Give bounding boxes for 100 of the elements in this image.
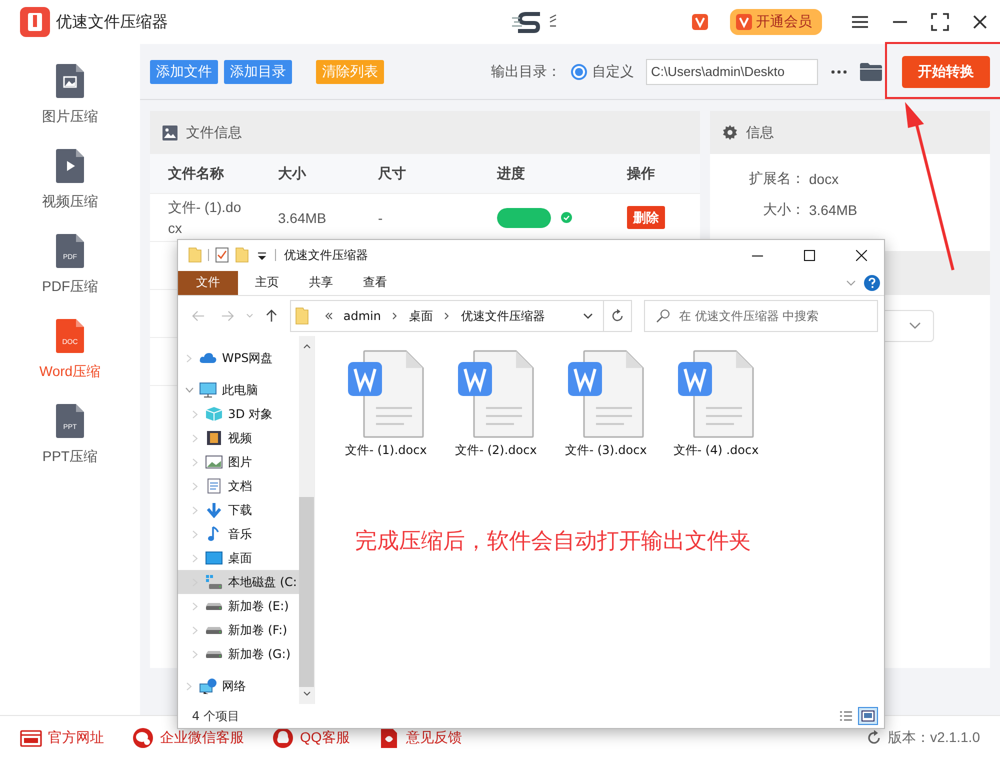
sidebar-item[interactable]: PPT压缩 bbox=[42, 448, 98, 466]
image-file-icon bbox=[56, 64, 84, 98]
radio-option[interactable]: 自定义 bbox=[571, 62, 634, 80]
chevron-right-icon bbox=[192, 554, 199, 562]
footer-link[interactable]: 企业微信客服 bbox=[132, 727, 244, 749]
cube-icon bbox=[205, 406, 223, 422]
tree-item[interactable]: 下载 bbox=[178, 498, 299, 522]
table-cell-text: - bbox=[378, 210, 384, 226]
column-header: 进度 bbox=[497, 164, 526, 182]
ribbon-tab[interactable]: 文件 bbox=[178, 270, 238, 294]
chevron-right-icon bbox=[192, 482, 199, 490]
download-icon bbox=[205, 502, 223, 518]
footer-link[interactable]: 官方网址 bbox=[20, 727, 104, 749]
up-icon[interactable] bbox=[265, 309, 278, 323]
file-name[interactable]: 文件- (4) .docx bbox=[673, 442, 759, 459]
film-icon bbox=[205, 430, 223, 446]
drive-icon bbox=[205, 650, 223, 658]
chevron-right-icon bbox=[192, 650, 199, 658]
fullscreen-icon[interactable] bbox=[931, 13, 949, 31]
chat-icon bbox=[132, 727, 154, 749]
folder-icon[interactable] bbox=[860, 62, 882, 80]
document-icon bbox=[205, 478, 223, 494]
cloud-icon bbox=[199, 350, 217, 366]
picture-icon bbox=[205, 454, 223, 470]
menu-icon[interactable] bbox=[851, 13, 869, 31]
tree-item[interactable]: 此电脑 bbox=[178, 378, 299, 402]
field-label: 大小： bbox=[762, 200, 805, 218]
website-icon bbox=[20, 727, 42, 749]
breadcrumb[interactable]: admin bbox=[343, 309, 381, 323]
chevron-right-icon bbox=[442, 312, 451, 320]
output-label: 输出目录： bbox=[491, 62, 561, 80]
column-header: 大小 bbox=[278, 164, 308, 182]
chevron-right-icon bbox=[186, 354, 193, 362]
chevron-right-icon bbox=[186, 682, 193, 690]
help-icon[interactable] bbox=[864, 274, 880, 290]
ribbon-tab[interactable]: 主页 bbox=[242, 270, 292, 294]
sidebar-item[interactable]: PDF压缩 bbox=[42, 278, 98, 296]
refresh-icon[interactable] bbox=[866, 730, 882, 746]
refresh-button[interactable] bbox=[604, 300, 632, 332]
sidebar-item[interactable]: Word压缩 bbox=[39, 363, 101, 381]
chevron-down-icon[interactable] bbox=[846, 280, 856, 286]
chevron-right-icon bbox=[192, 458, 199, 466]
file-name[interactable]: 文件- (1).docx bbox=[345, 442, 427, 459]
search-field[interactable]: 在 优速文件压缩器 中搜索 bbox=[644, 300, 878, 332]
word-document-icon[interactable] bbox=[568, 350, 644, 438]
address-bar[interactable]: admin 桌面 优速文件压缩器 bbox=[290, 300, 604, 332]
footer-link[interactable]: QQ客服 bbox=[272, 727, 350, 749]
tree-item[interactable]: 网络 bbox=[178, 674, 299, 698]
app-logo-icon bbox=[20, 7, 50, 37]
tree-item[interactable]: 新加卷 (F:) bbox=[178, 618, 299, 642]
tree-item[interactable]: 3D 对象 bbox=[178, 402, 299, 426]
checklist-icon[interactable] bbox=[215, 247, 229, 263]
field-value: docx bbox=[809, 170, 839, 186]
image-icon bbox=[162, 124, 178, 140]
tree-item[interactable]: 图片 bbox=[178, 450, 299, 474]
tree-item[interactable]: 新加卷 (E:) bbox=[178, 594, 299, 618]
word-document-icon[interactable] bbox=[348, 350, 424, 438]
tree-item[interactable]: 桌面 bbox=[178, 546, 299, 570]
file-name[interactable]: 文件- (3).docx bbox=[565, 442, 647, 459]
tree-item[interactable]: 文档 bbox=[178, 474, 299, 498]
chevron-right-icon bbox=[192, 530, 199, 538]
chevron-right-icon bbox=[192, 506, 199, 514]
maximize-icon[interactable] bbox=[804, 250, 814, 260]
delete-button[interactable]: 删除 bbox=[627, 206, 665, 229]
file-name-text: 文件- (1).do bbox=[168, 198, 242, 217]
word-document-icon[interactable] bbox=[678, 350, 754, 438]
tree-item[interactable]: 音乐 bbox=[178, 522, 299, 546]
annotation-text: 完成压缩后，软件会自动打开输出文件夹 bbox=[355, 528, 751, 556]
word-document-icon[interactable] bbox=[458, 350, 534, 438]
video-file-icon bbox=[56, 149, 84, 183]
vip-button[interactable]: 开通会员 bbox=[730, 9, 822, 35]
close-icon[interactable] bbox=[856, 250, 866, 260]
tree-item[interactable]: 新加卷 (G:) bbox=[178, 642, 299, 666]
version-label: 版本：v2.1.1.0 bbox=[888, 729, 980, 747]
breadcrumb[interactable]: 优速文件压缩器 bbox=[460, 308, 545, 324]
monitor-icon bbox=[205, 550, 223, 566]
table-cell-text: 3.64MB bbox=[278, 210, 328, 226]
more-icon[interactable] bbox=[830, 68, 848, 74]
sidebar-item[interactable]: 图片压缩 bbox=[42, 108, 98, 126]
chevron-up-icon[interactable] bbox=[302, 344, 310, 349]
footer-link[interactable]: 意见反馈 bbox=[378, 727, 462, 749]
ribbon-tab[interactable]: 查看 bbox=[350, 270, 400, 294]
column-header: 操作 bbox=[627, 164, 656, 182]
ribbon-tab[interactable]: 共享 bbox=[296, 270, 346, 294]
tree-item[interactable]: 本地磁盘 (C: bbox=[178, 570, 299, 594]
start-button[interactable]: 开始转换 bbox=[902, 56, 990, 88]
tree-item[interactable]: WPS网盘 bbox=[178, 346, 299, 370]
tree-item[interactable]: 视频 bbox=[178, 426, 299, 450]
breadcrumb[interactable]: 桌面 bbox=[408, 308, 433, 324]
window-title: 优速文件压缩器 bbox=[284, 246, 368, 264]
refresh-icon bbox=[610, 309, 625, 323]
scrollbar[interactable] bbox=[299, 336, 314, 704]
drive-icon bbox=[205, 602, 223, 610]
large-icons-view-button[interactable] bbox=[858, 707, 878, 725]
close-icon[interactable] bbox=[971, 13, 989, 31]
sidebar-item[interactable]: 视频压缩 bbox=[42, 193, 98, 211]
file-name[interactable]: 文件- (2).docx bbox=[455, 442, 537, 459]
path-field[interactable]: C:\Users\admin\Deskto bbox=[646, 58, 818, 84]
vip-icon bbox=[736, 14, 752, 30]
chevron-down-icon bbox=[185, 386, 194, 394]
